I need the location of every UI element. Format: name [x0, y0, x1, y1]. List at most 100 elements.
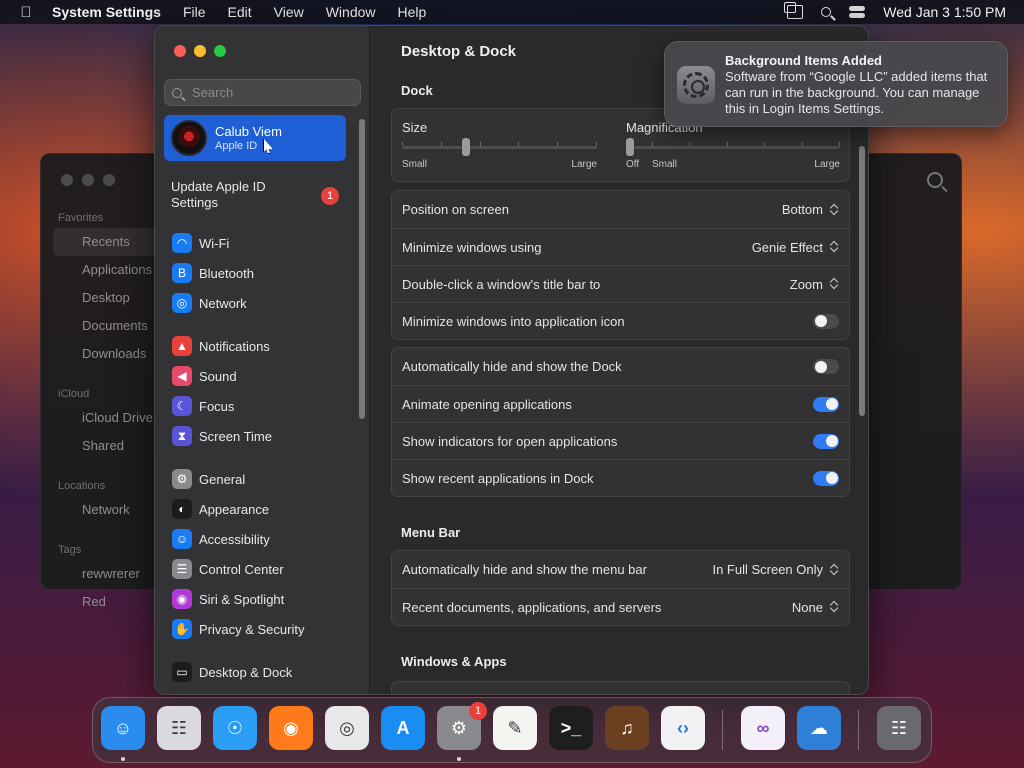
finder-sidebar-item[interactable]: Red — [53, 588, 163, 616]
stage-manager-icon[interactable] — [784, 2, 804, 19]
firefox-dock-icon[interactable]: ◉ — [269, 706, 313, 750]
minimize-button[interactable] — [194, 45, 206, 57]
menu-help[interactable]: Help — [398, 4, 427, 20]
visual-studio-dock-icon[interactable]: ∞ — [741, 706, 785, 750]
settings-gear-icon — [677, 66, 715, 104]
finder-sidebar-gap — [53, 460, 163, 474]
finder-sidebar-item[interactable]: Shared — [53, 432, 163, 460]
finder-sidebar-item[interactable]: Documents — [53, 312, 163, 340]
size-slider-track[interactable] — [402, 146, 597, 149]
popup-button[interactable]: Genie Effect — [752, 240, 839, 255]
sidebar-item-general[interactable]: ⚙ General — [164, 464, 354, 494]
app-store-dock-icon[interactable]: A — [381, 706, 425, 750]
trash-dock-icon[interactable]: ☷ — [877, 706, 921, 750]
toggle-switch[interactable] — [813, 359, 839, 374]
finder-window-controls — [61, 174, 115, 186]
finder-sidebar-item[interactable]: Recents — [53, 228, 163, 256]
popup-button[interactable]: Zoom — [790, 277, 839, 292]
finder-minimize-button[interactable] — [82, 174, 94, 186]
finder-zoom-button[interactable] — [103, 174, 115, 186]
setting-label: Show recent applications in Dock — [402, 470, 594, 486]
sidebar-item-label: General — [199, 471, 246, 487]
sidebar-item-wi-fi[interactable]: ◠ Wi-Fi — [164, 228, 354, 258]
launchpad-dock-icon[interactable]: ☷ — [157, 706, 201, 750]
sidebar-item-bluetooth[interactable]: B Bluetooth — [164, 258, 354, 288]
sidebar-item-appearance[interactable]: ◐ Appearance — [164, 494, 354, 524]
menu-view[interactable]: View — [274, 4, 304, 20]
weather-dock-icon[interactable]: ☁ — [797, 706, 841, 750]
popup-value: In Full Screen Only — [712, 562, 823, 577]
magnification-slider-track[interactable] — [626, 146, 840, 149]
finder-sidebar-item[interactable]: Applications — [53, 256, 163, 284]
terminal-dock-icon[interactable]: >_ — [549, 706, 593, 750]
notification-banner[interactable]: Background Items Added Software from “Go… — [664, 41, 1008, 127]
toggle-switch[interactable] — [813, 396, 839, 412]
setting-row-show-recent-applications-in-dock: Show recent applications in Dock — [392, 459, 849, 496]
sidebar-item-privacy-security[interactable]: ✋ Privacy & Security — [164, 614, 354, 644]
menubar-clock[interactable]: Wed Jan 3 1:50 PM — [883, 4, 1006, 20]
safari-dock-icon[interactable]: ☉ — [213, 706, 257, 750]
update-apple-id-item[interactable]: Update Apple ID Settings 1 — [171, 179, 341, 211]
vscode-dock-icon[interactable]: ‹› — [661, 706, 705, 750]
toggle-switch[interactable] — [813, 470, 839, 486]
sidebar-item-siri-spotlight[interactable]: ◉ Siri & Spotlight — [164, 584, 354, 614]
toggle-switch[interactable] — [813, 313, 839, 329]
sidebar-scrollbar[interactable] — [359, 119, 365, 419]
system-settings-dock-icon[interactable]: ⚙ 1 — [437, 702, 487, 750]
sidebar-item-control-center[interactable]: ☰ Control Center — [164, 554, 354, 584]
apple-id-account[interactable]: Calub Viem Apple ID — [164, 115, 346, 161]
toggle-switch[interactable] — [813, 433, 839, 449]
sidebar-item-label: Screen Time — [199, 428, 272, 444]
sidebar-item-label: Notifications — [199, 338, 270, 354]
sidebar-item-notifications[interactable]: ▲ Notifications — [164, 331, 354, 361]
sidebar-group: ⚙ General ◐ Appearance ☺ Accessibility ☰ Contro… — [164, 464, 354, 644]
menu-app-name[interactable]: System Settings — [52, 4, 161, 20]
close-button[interactable] — [174, 45, 186, 57]
popup-button[interactable]: Bottom — [782, 202, 839, 217]
finder-sidebar-item[interactable]: rewwrerer — [53, 560, 163, 588]
popup-button[interactable]: In Full Screen Only — [712, 562, 839, 577]
finder-sidebar-item[interactable]: Network — [53, 496, 163, 524]
finder-sidebar-item[interactable]: iCloud Drive — [53, 404, 163, 432]
chevron-up-down-icon — [829, 563, 839, 577]
dock-badge: 1 — [469, 702, 487, 720]
sidebar-item-focus[interactable]: ☾ Focus — [164, 391, 354, 421]
spotlight-search-icon[interactable] — [821, 7, 832, 17]
sidebar-item-accessibility[interactable]: ☺ Accessibility — [164, 524, 354, 554]
finder-section-header: iCloud — [58, 388, 90, 400]
finder-sidebar-gap — [53, 524, 163, 538]
sidebar-item-network[interactable]: ◎ Network — [164, 288, 354, 318]
sidebar-item-sound[interactable]: ◀ Sound — [164, 361, 354, 391]
sidebar-search[interactable] — [164, 79, 361, 106]
menu-file[interactable]: File — [183, 4, 206, 20]
setting-row-automatically-hide-and-show-the-menu-bar: Automatically hide and show the menu bar… — [392, 551, 849, 588]
sidebar-item-desktop-dock[interactable]: ▭ Desktop & Dock — [164, 657, 354, 687]
slider-tick — [402, 142, 403, 146]
finder-section-header: Locations — [58, 480, 106, 492]
toggle-knob — [825, 398, 838, 410]
zoom-button[interactable] — [214, 45, 226, 57]
finder-sidebar-item[interactable]: Desktop — [53, 284, 163, 312]
finder-sidebar-item[interactable]: Downloads — [53, 340, 163, 368]
garageband-dock-icon[interactable]: ♫ — [605, 706, 649, 750]
chrome-dock-icon[interactable]: ◎ — [325, 706, 369, 750]
size-slider[interactable]: Size Small Large — [402, 109, 597, 181]
menu-window[interactable]: Window — [326, 4, 376, 20]
textedit-dock-icon[interactable]: ✎ — [493, 706, 537, 750]
setting-label: Double-click a window's title bar to — [402, 276, 601, 292]
appearance-icon: ◐ — [172, 499, 192, 519]
popup-button[interactable]: None — [792, 600, 839, 615]
finder-search-icon[interactable] — [927, 172, 943, 188]
finder-close-button[interactable] — [61, 174, 73, 186]
main-scrollbar[interactable] — [859, 146, 865, 416]
size-slider-thumb[interactable] — [462, 138, 471, 156]
finder-dock-icon[interactable]: ☺ — [101, 706, 145, 750]
menu-edit[interactable]: Edit — [228, 4, 252, 20]
magnification-slider-thumb[interactable] — [626, 138, 634, 156]
sidebar-item-screen-time[interactable]: ⧗ Screen Time — [164, 421, 354, 451]
search-input[interactable] — [192, 85, 352, 100]
control-center-icon[interactable] — [849, 6, 866, 18]
dock: ☺ ☷ ☉ ◉ ◎ A ⚙ 1 ✎ >_ ♫ ‹› ∞ ☁ ☷ — [92, 697, 932, 763]
apple-menu-icon[interactable]:  — [0, 4, 52, 21]
dock-options-card: Position on screen Bottom Minimize windows… — [391, 190, 850, 340]
